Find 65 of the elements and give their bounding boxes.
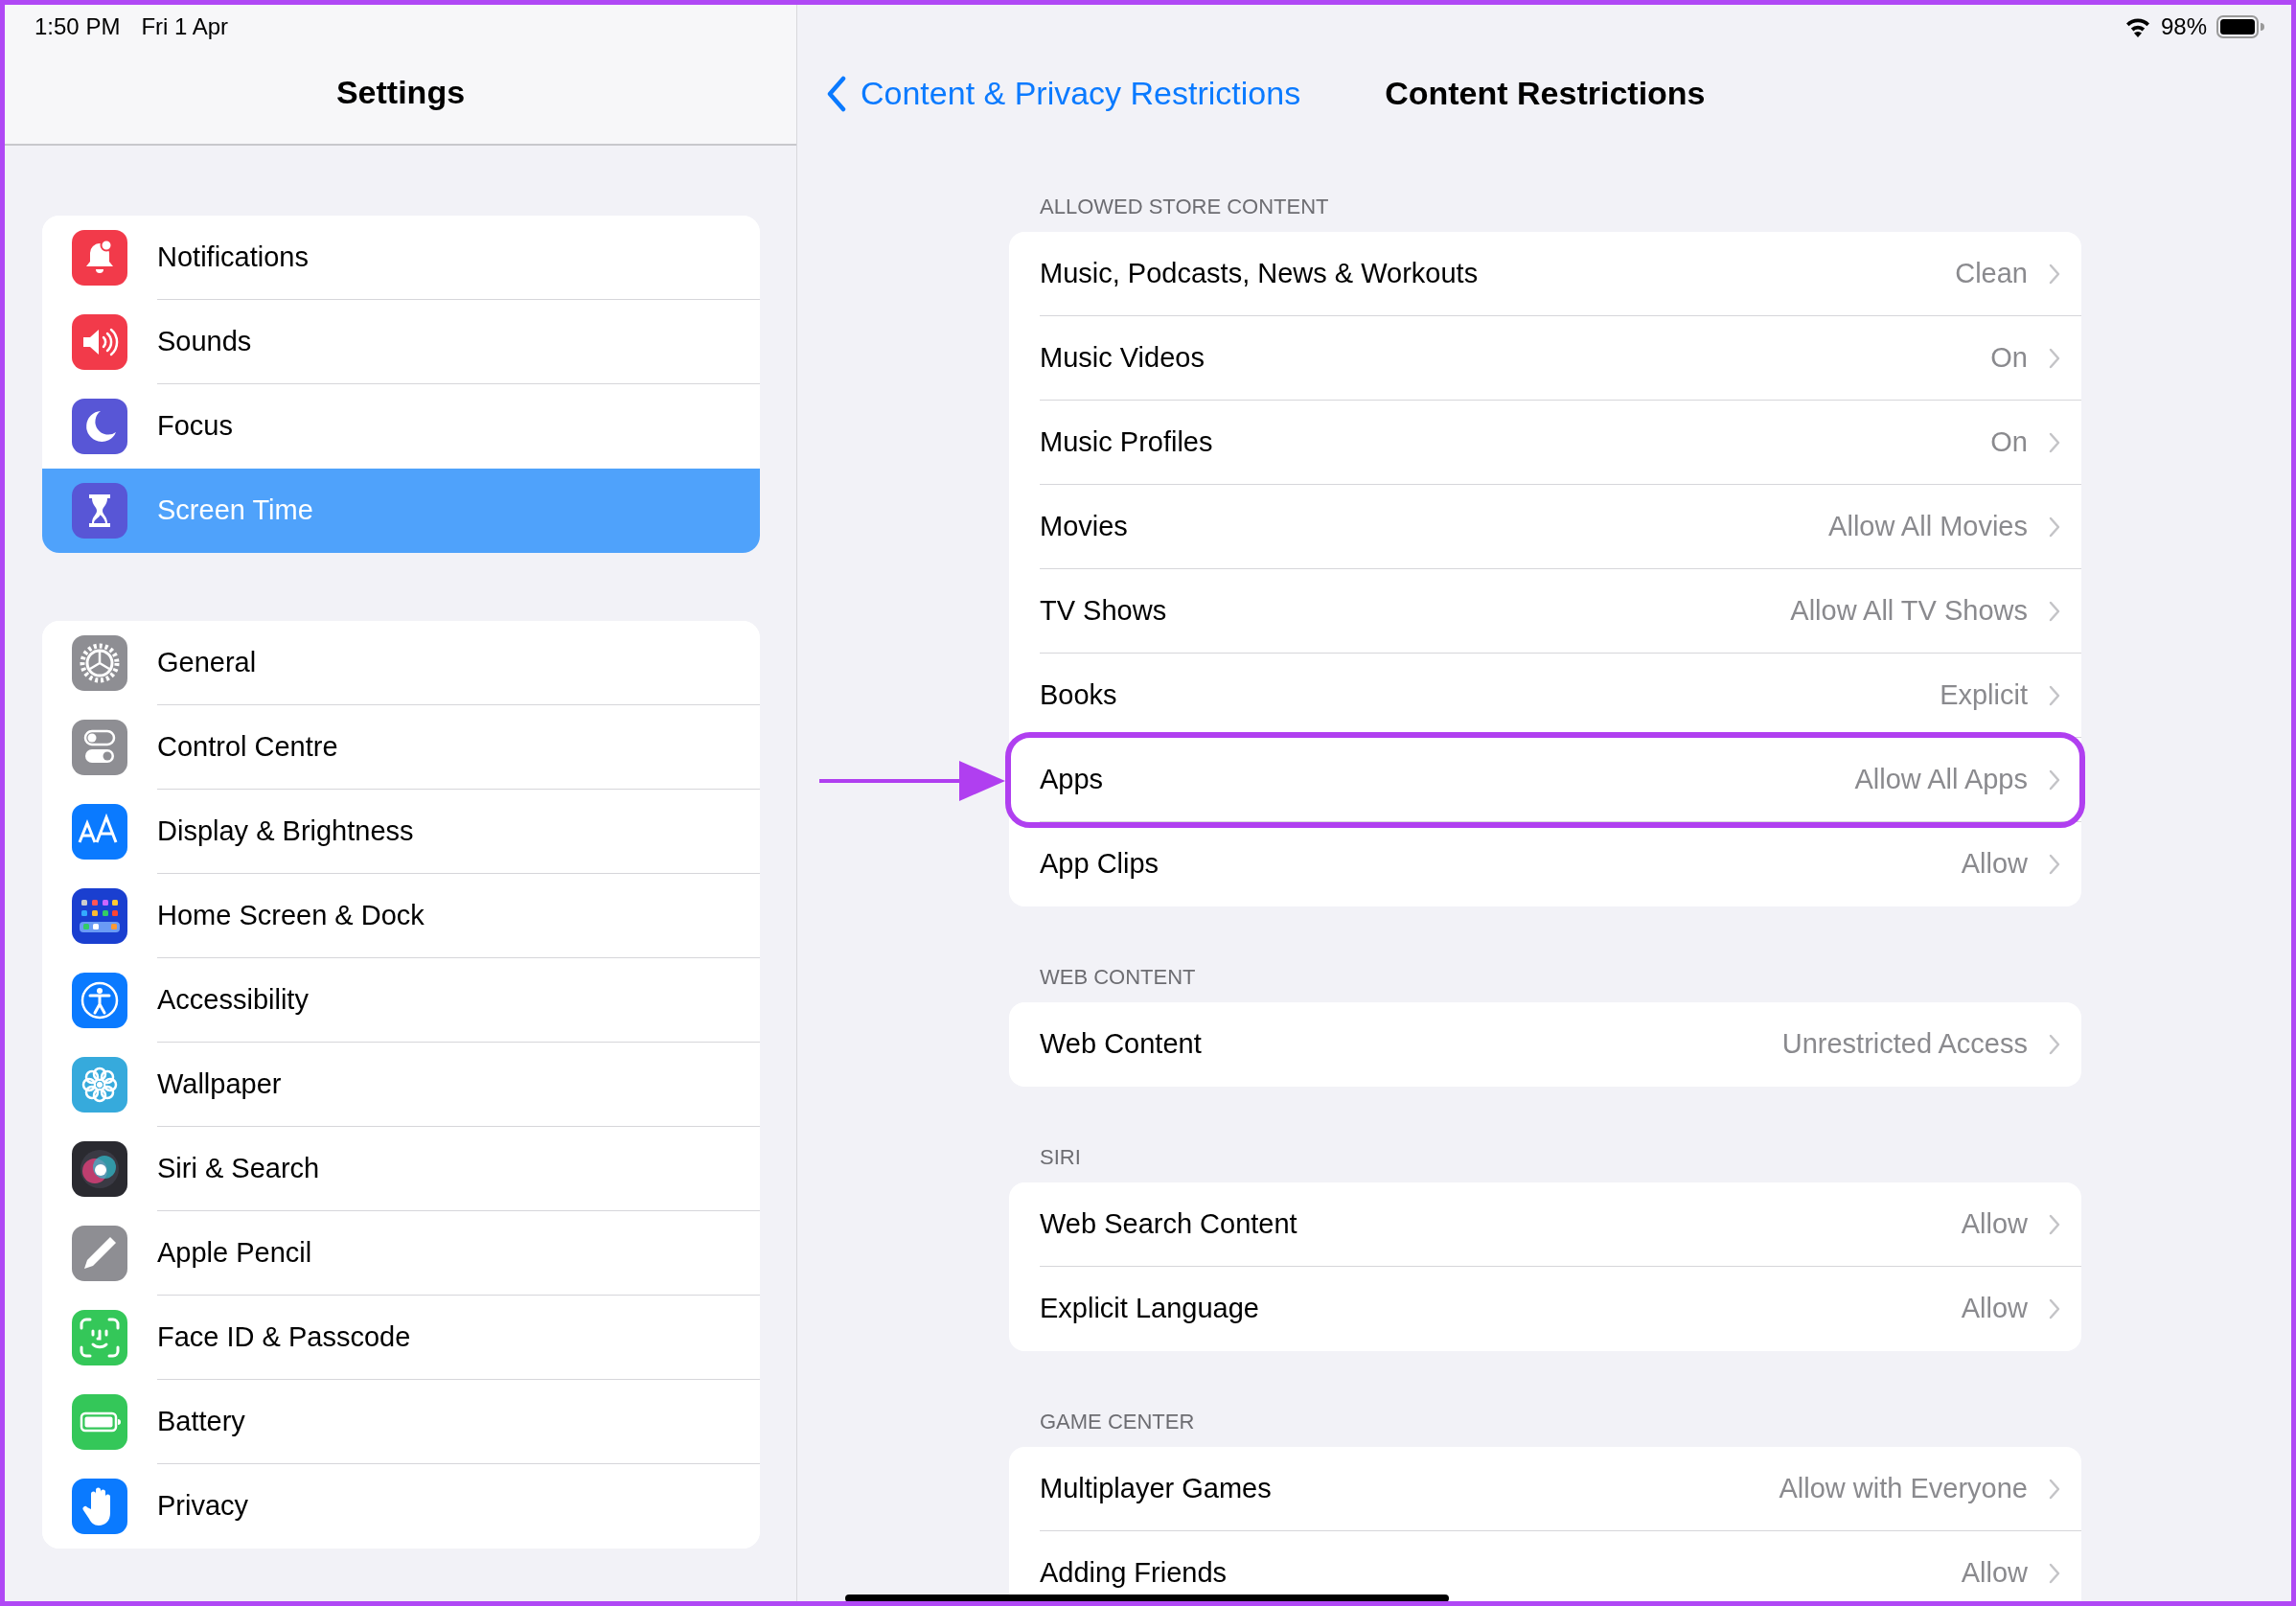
section-header: SIRI [1040,1143,1081,1171]
row-value: Allow [1961,1292,2028,1326]
section-header: ALLOWED STORE CONTENT [1040,193,1329,220]
row-label: TV Shows [1040,593,1167,628]
chevron-icon [2049,1298,2060,1319]
chevron-icon [2049,263,2060,285]
status-time: 1:50 PM [34,12,121,41]
row-label: Explicit Language [1040,1292,1259,1326]
settings-row[interactable]: Music, Podcasts, News & Workouts Clean [1040,232,2081,316]
settings-row[interactable]: Multiplayer Games Allow with Everyone [1040,1447,2081,1531]
chevron-icon [2049,516,2060,538]
row-label: App Clips [1040,847,1159,882]
row-label: Music Profiles [1040,424,1213,459]
row-value: Allow [1961,1556,2028,1591]
row-value: Unrestricted Access [1781,1027,2028,1062]
row-value: Allow with Everyone [1779,1471,2028,1505]
row-label: Web Search Content [1040,1206,1297,1241]
row-value: On [1990,340,2028,375]
settings-row[interactable]: TV Shows Allow All TV Shows [1040,569,2081,654]
row-label: Music, Podcasts, News & Workouts [1040,256,1479,290]
settings-row[interactable]: Adding Friends Allow [1040,1531,2081,1601]
settings-row[interactable]: Explicit Language Allow [1040,1267,2081,1351]
row-label: Books [1040,677,1117,712]
settings-row[interactable]: Music Videos On [1040,316,2081,401]
chevron-icon [2049,431,2060,453]
chevron-icon [2049,600,2060,622]
settings-row[interactable]: App Clips Allow [1040,822,2081,906]
chevron-icon [2049,769,2060,791]
back-button[interactable]: Content & Privacy Restrictions [826,69,1301,118]
settings-row[interactable]: Web Content Unrestricted Access [1040,1002,2081,1087]
row-value: Allow [1961,847,2028,882]
sidebar-title: Settings [335,73,466,112]
chevron-icon [2049,1034,2060,1055]
row-value: Explicit [1940,677,2028,712]
row-label: Web Content [1040,1027,1202,1062]
row-label: Apps [1040,762,1104,796]
settings-row[interactable]: Movies Allow All Movies [1040,485,2081,569]
chevron-icon [2049,1478,2060,1500]
row-label: Music Videos [1040,340,1205,375]
page-title: Content Restrictions [1385,74,1706,113]
row-value: Allow All TV Shows [1790,593,2028,628]
chevron-icon [2049,854,2060,875]
row-value: Allow All Movies [1828,509,2028,543]
settings-row[interactable]: Music Profiles On [1040,401,2081,485]
battery-percentage: 98% [2160,12,2207,41]
chevron-icon [2049,684,2060,706]
row-label: Multiplayer Games [1040,1471,1272,1505]
row-label: Movies [1040,509,1128,543]
row-label: Adding Friends [1040,1556,1228,1591]
row-value: On [1990,424,2028,459]
row-value: Allow All Apps [1854,762,2028,796]
section-header: GAME CENTER [1040,1408,1195,1435]
settings-row[interactable]: Books Explicit [1040,654,2081,738]
chevron-icon [2049,1213,2060,1235]
chevron-icon [2049,347,2060,369]
status-date: Fri 1 Apr [141,12,229,41]
back-chevron-icon [826,75,847,112]
wifi-icon [2124,16,2151,37]
section-header: WEB CONTENT [1040,963,1196,991]
chevron-icon [2049,1563,2060,1584]
battery-icon [2216,15,2264,38]
settings-row[interactable]: Apps Allow All Apps [1040,738,2081,822]
row-value: Clean [1955,256,2028,290]
settings-row[interactable]: Web Search Content Allow [1040,1182,2081,1267]
row-value: Allow [1961,1206,2028,1241]
